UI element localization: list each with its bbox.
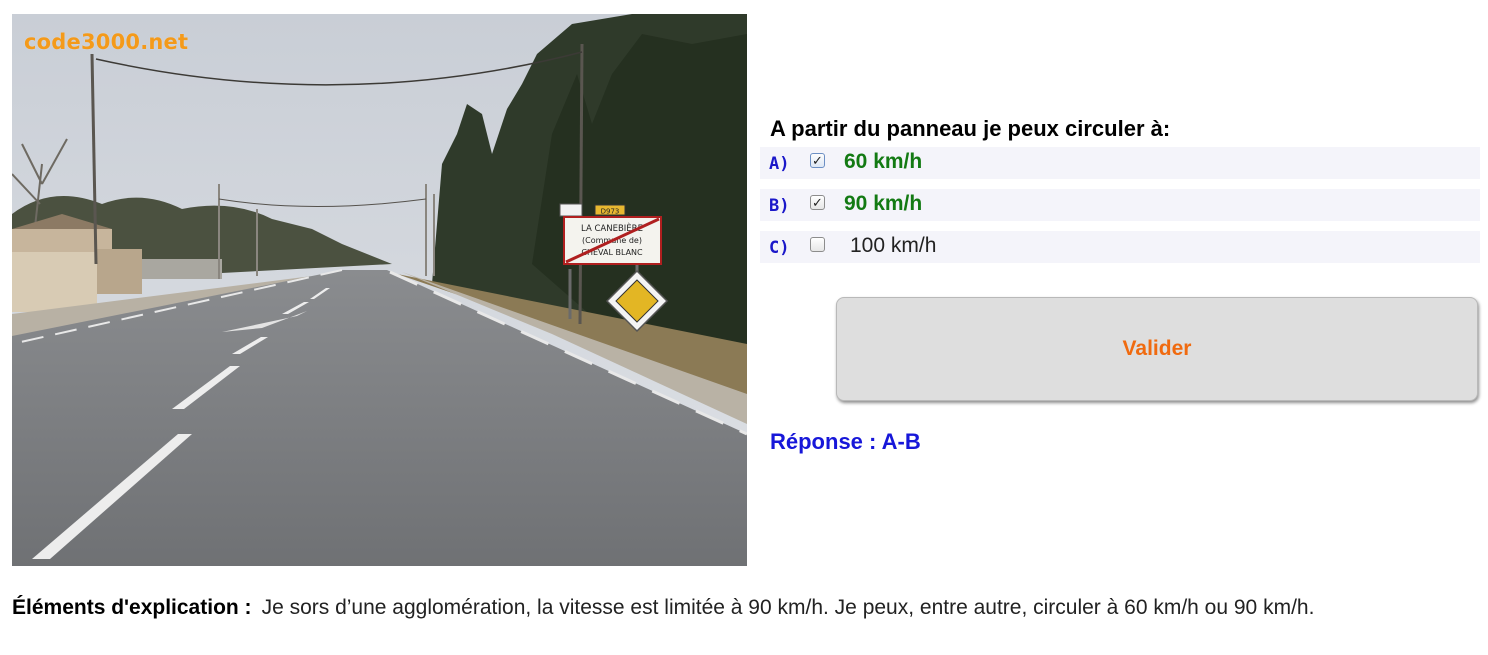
option-a-checkbox[interactable]: ✓: [810, 153, 825, 168]
option-b-checkbox[interactable]: ✓: [810, 195, 825, 210]
answer-text: Réponse : A-B: [770, 429, 921, 454]
option-c-row[interactable]: C) 100 km/h: [760, 231, 1480, 263]
option-a-label: 60 km/h: [844, 150, 923, 173]
watermark-logo: code3000.net: [24, 30, 189, 54]
option-c-label: 100 km/h: [850, 234, 937, 257]
option-b-letter: B): [769, 196, 790, 216]
road-number-label: D973: [601, 208, 620, 216]
validate-button[interactable]: Valider: [836, 297, 1478, 401]
option-c-checkbox[interactable]: [810, 237, 825, 252]
option-a-row[interactable]: A) ✓ 60 km/h: [760, 147, 1480, 179]
question-text: A partir du panneau je peux circuler à:: [770, 116, 1171, 141]
option-b-row[interactable]: B) ✓ 90 km/h: [760, 189, 1480, 221]
option-c-letter: C): [769, 238, 790, 258]
explanation-label: Éléments d'explication :: [12, 596, 252, 619]
road-scene-photo: D973 LA CANEBIÈRE (Commune de) CHEVAL BL…: [12, 14, 747, 566]
road-scene-illustration: D973 LA CANEBIÈRE (Commune de) CHEVAL BL…: [12, 14, 747, 566]
explanation: Éléments d'explication : Je sors d’une ag…: [12, 594, 1480, 621]
option-b-label: 90 km/h: [844, 192, 923, 215]
option-a-letter: A): [769, 154, 790, 174]
explanation-text: Je sors d’une agglomération, la vitesse …: [261, 596, 1315, 619]
